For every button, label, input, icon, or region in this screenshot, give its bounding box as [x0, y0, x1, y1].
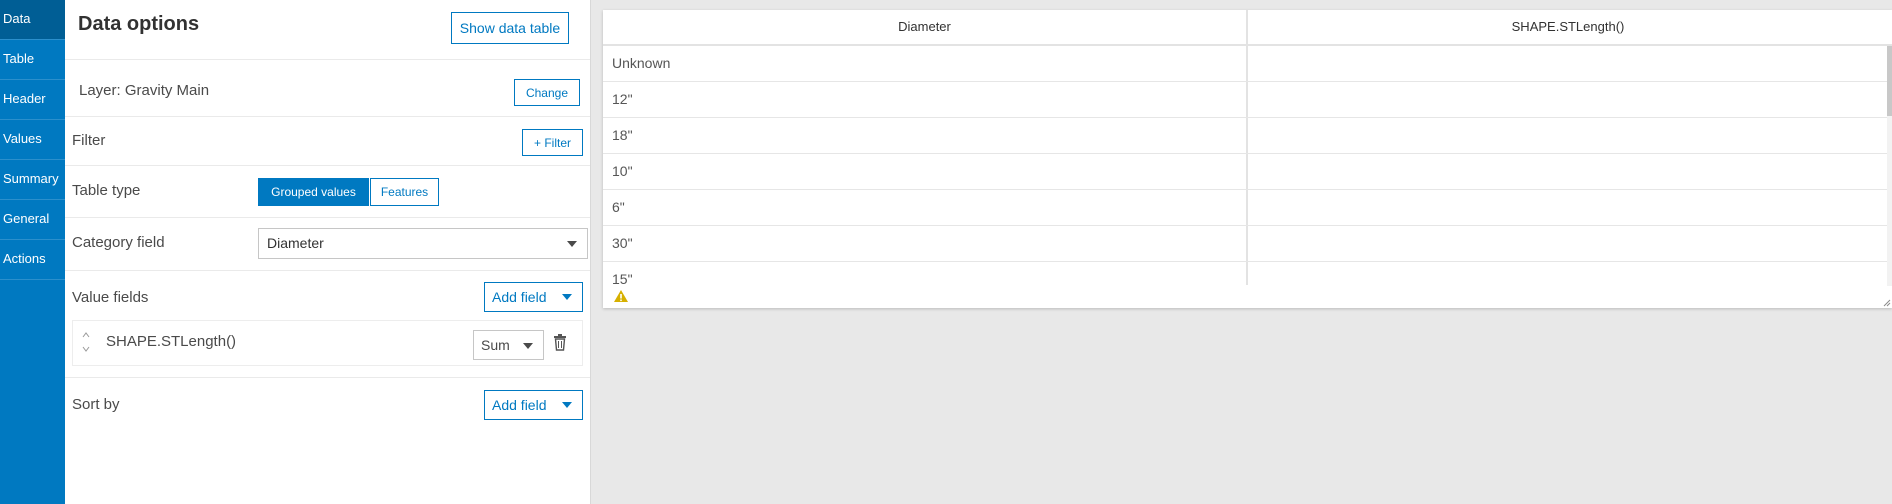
add-value-field-button[interactable]: Add field	[484, 282, 583, 312]
trash-icon[interactable]	[553, 334, 567, 351]
statistic-value: Sum	[481, 337, 510, 353]
table-type-label: Table type	[72, 182, 141, 199]
nav-item-header[interactable]: Header	[0, 80, 65, 120]
cell: 15"	[612, 271, 633, 286]
data-options-panel: Data options Show data table Layer: Grav…	[65, 0, 591, 504]
add-field-label: Add field	[492, 289, 547, 305]
table-type-grouped-values[interactable]: Grouped values	[258, 178, 369, 206]
nav-item-table[interactable]: Table	[0, 40, 65, 80]
cell: 18"	[612, 127, 633, 143]
divider	[65, 165, 590, 166]
value-fields-label: Value fields	[72, 289, 149, 306]
nav-item-values[interactable]: Values	[0, 120, 65, 160]
vertical-scrollbar[interactable]	[1887, 46, 1892, 286]
category-field-label: Category field	[72, 234, 165, 251]
column-header-shape-length[interactable]: SHAPE.STLength()	[1248, 10, 1888, 44]
nav-item-summary[interactable]: Summary	[0, 160, 65, 200]
divider	[65, 377, 590, 378]
cell: 10"	[612, 163, 633, 179]
show-data-table-button[interactable]: Show data table	[451, 12, 569, 44]
chevron-down-icon	[567, 241, 577, 247]
statistic-select[interactable]: Sum	[473, 330, 544, 360]
nav-item-actions[interactable]: Actions	[0, 240, 65, 280]
cell: 30"	[612, 235, 633, 251]
value-field-name: SHAPE.STLength()	[106, 333, 237, 350]
category-field-value: Diameter	[267, 235, 324, 251]
divider	[65, 217, 590, 218]
add-filter-button[interactable]: + Filter	[522, 129, 583, 156]
column-header-diameter[interactable]: Diameter	[603, 10, 1246, 44]
panel-title: Data options	[78, 13, 200, 35]
value-field-row: SHAPE.STLength() Sum	[72, 320, 583, 366]
category-field-select[interactable]: Diameter	[258, 228, 588, 259]
table-row: 10"	[603, 154, 1888, 190]
scrollbar-thumb[interactable]	[1887, 46, 1892, 116]
chevron-down-icon	[523, 343, 533, 349]
divider	[65, 116, 590, 117]
nav-item-general[interactable]: General	[0, 200, 65, 240]
sort-add-field-button[interactable]: Add field	[484, 390, 583, 420]
drag-handle-icon[interactable]	[82, 331, 90, 353]
nav-item-data[interactable]: Data	[0, 0, 65, 40]
divider	[65, 270, 590, 271]
table-row: 6"	[603, 190, 1888, 226]
resize-handle-icon[interactable]	[1883, 299, 1891, 307]
filter-label: Filter	[72, 132, 106, 149]
warning-icon[interactable]	[613, 289, 629, 303]
sort-add-field-label: Add field	[492, 397, 547, 413]
cell: Unknown	[612, 55, 671, 71]
table-type-features[interactable]: Features	[370, 178, 439, 206]
change-layer-button[interactable]: Change	[514, 79, 580, 106]
side-nav: Data Table Header Values Summary General…	[0, 0, 65, 504]
chevron-down-icon	[562, 402, 572, 408]
table-row: 18"	[603, 118, 1888, 154]
data-table-card: Diameter SHAPE.STLength() Unknown 12" 18…	[603, 10, 1892, 308]
table-footer	[603, 286, 1892, 308]
sort-by-label: Sort by	[72, 396, 120, 413]
cell: 6"	[612, 199, 625, 215]
cell: 12"	[612, 91, 633, 107]
chevron-down-icon	[562, 294, 572, 300]
table-row: Unknown	[603, 46, 1888, 82]
table-row: 12"	[603, 82, 1888, 118]
divider	[65, 59, 590, 60]
layer-label: Layer: Gravity Main	[79, 82, 210, 99]
table-row: 15"	[603, 262, 1888, 286]
table-row: 30"	[603, 226, 1888, 262]
